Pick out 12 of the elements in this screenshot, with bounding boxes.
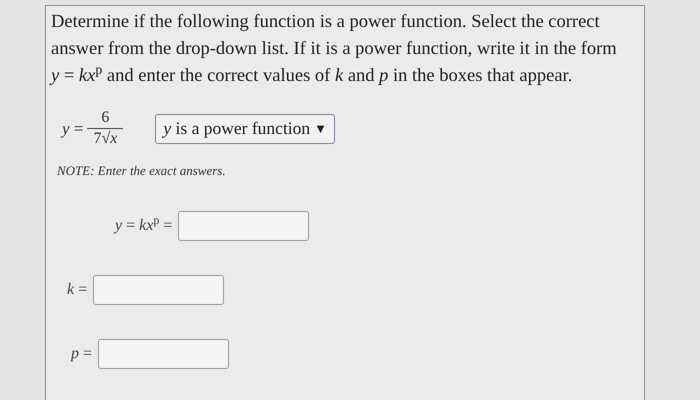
answer-label: k = [67,280,88,300]
answer-field[interactable] [178,210,310,240]
note-text: NOTE: Enter the exact answers. [56,162,227,180]
answer-label: p = [71,344,92,364]
fraction-numerator: 6 [101,108,110,128]
answer-dropdown[interactable]: y is a power function ▼ [155,114,336,144]
equation-lhs: y = [62,118,84,140]
answer-label: y = kx$^{p}$ = [115,214,172,236]
answer-field[interactable] [93,274,224,304]
fraction-denominator: 7√x [93,129,118,149]
answer-field[interactable] [98,338,230,368]
question-prompt: Determine if the following function is a power function. Select the correct answer from the drop-down list. If it is a power function, write it in the form y = kx$^{p}$ and enter the correct values of k and p in the boxes that appear. [51,11,618,88]
